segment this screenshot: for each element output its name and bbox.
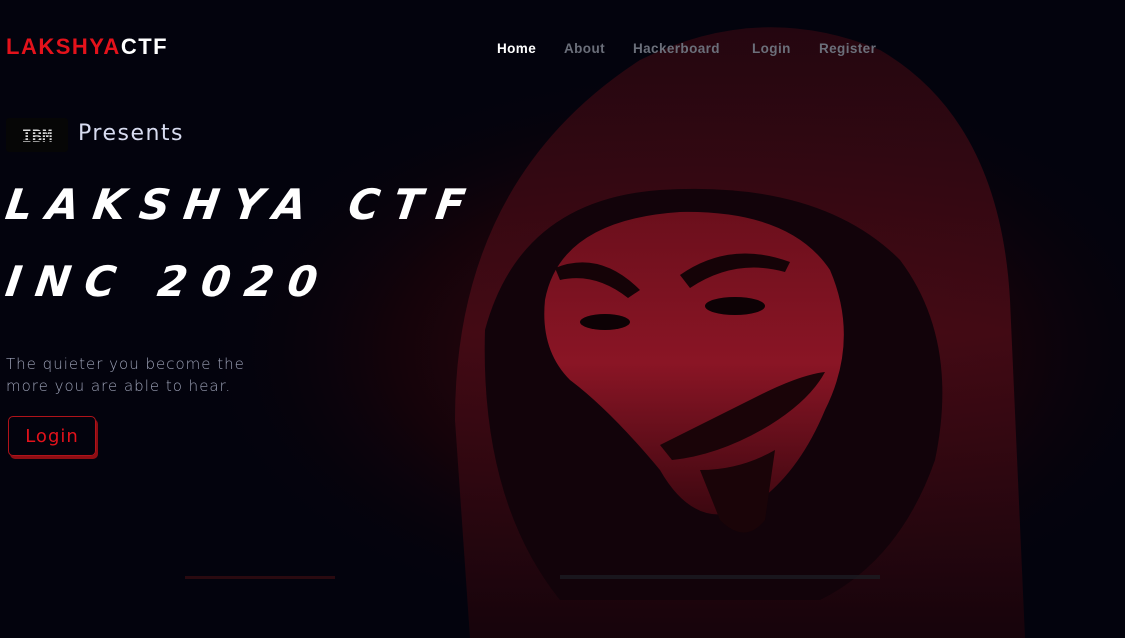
nav-item-register[interactable]: Register bbox=[819, 41, 876, 56]
nav-item-home[interactable]: Home bbox=[497, 41, 536, 56]
nav-item-hackerboard[interactable]: Hackerboard bbox=[633, 41, 720, 56]
nav-item-login[interactable]: Login bbox=[752, 41, 791, 56]
presents-text: Presents bbox=[78, 121, 185, 146]
nav-item-about[interactable]: About bbox=[564, 41, 605, 56]
tagline-text: The quieter you become the more you are … bbox=[6, 355, 245, 395]
decorative-divider bbox=[185, 576, 335, 579]
ibm-logo: IBM bbox=[6, 118, 68, 152]
hero-background-image bbox=[0, 0, 1125, 638]
brand-logo[interactable]: LAKSHYACTF bbox=[6, 34, 168, 60]
brand-logo-part1: LAKSHYA bbox=[6, 34, 121, 59]
headline-line2: INC 2020 bbox=[2, 257, 335, 306]
login-button[interactable]: Login bbox=[8, 416, 96, 456]
brand-logo-part2: CTF bbox=[120, 34, 169, 59]
headline-line1: LAKSHYA CTF bbox=[2, 180, 483, 229]
